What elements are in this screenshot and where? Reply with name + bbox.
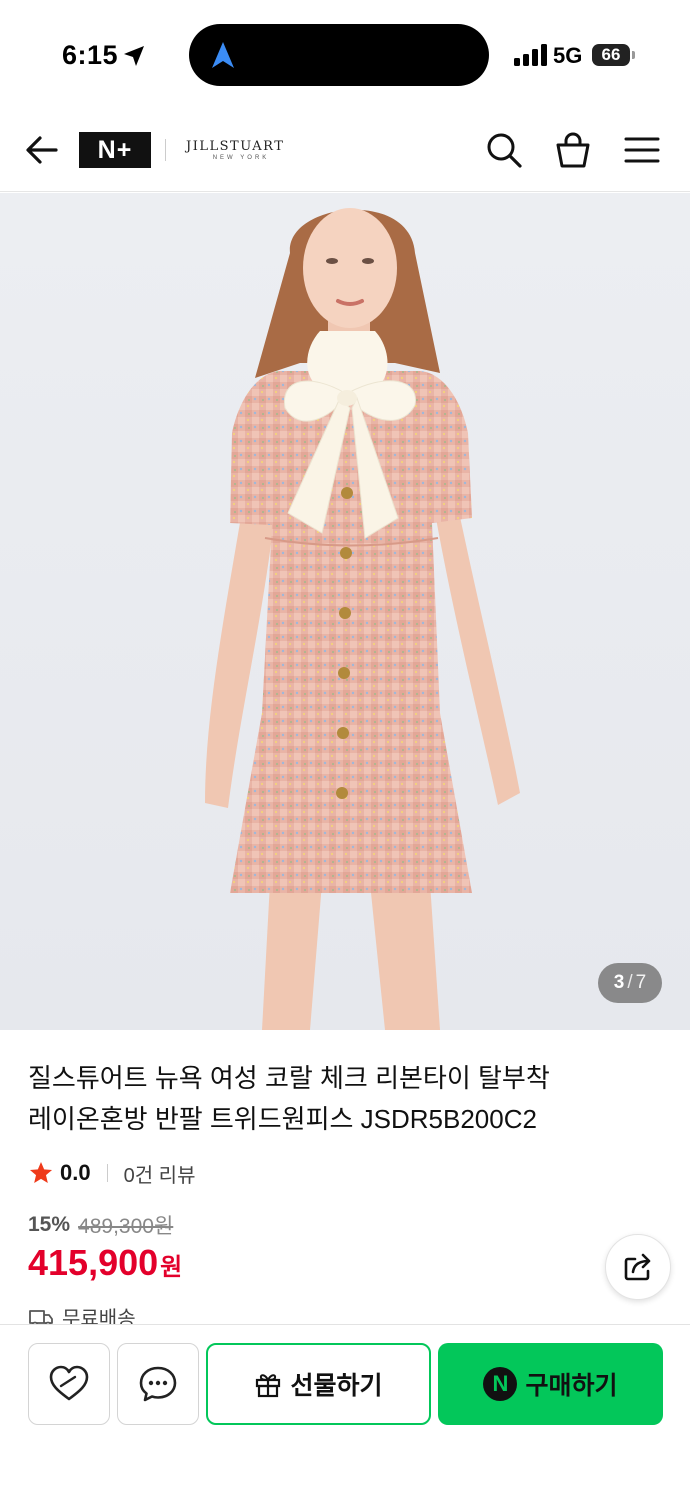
sale-price: 415,900 원 xyxy=(28,1242,182,1284)
battery-icon: 66 xyxy=(592,44,636,66)
discount-row: 15% 489,300원 xyxy=(28,1210,173,1240)
discount-rate: 15% xyxy=(28,1213,71,1236)
search-icon[interactable] xyxy=(484,130,524,170)
product-title-line2: 레이온혼방 반팔 트위드원피스 JSDR5B200C2 xyxy=(28,1104,537,1134)
product-title-line1: 질스튜어트 뉴욕 여성 코랄 체크 리본타이 탈부착 xyxy=(28,1063,550,1093)
wishlist-button[interactable] xyxy=(28,1343,110,1425)
back-arrow-icon[interactable] xyxy=(22,130,62,170)
platform-logo[interactable]: N+ xyxy=(79,132,151,168)
dynamic-island xyxy=(189,24,489,86)
battery-level: 66 xyxy=(592,44,630,66)
gift-icon xyxy=(256,1374,281,1398)
buy-button-label: 구매하기 xyxy=(525,1372,618,1400)
image-counter-total: 7 xyxy=(635,972,647,993)
image-counter-current: 3 xyxy=(613,972,625,993)
npay-icon: N xyxy=(483,1367,518,1401)
share-icon xyxy=(624,1253,651,1281)
rating-row[interactable]: 0.0 0건 리뷰 xyxy=(28,1157,195,1189)
brand-logo-sub: NEW YORK xyxy=(212,155,270,161)
product-title: 질스튜어트 뉴욕 여성 코랄 체크 리본타이 탈부착 레이온혼방 반팔 트위드원… xyxy=(28,1058,628,1140)
product-photo xyxy=(0,193,690,1030)
status-bar: 6:15 5G 66 xyxy=(0,0,690,112)
rating-score: 0.0 xyxy=(60,1160,91,1185)
hamburger-menu-icon[interactable] xyxy=(622,130,662,170)
navigation-icon xyxy=(212,42,234,68)
bottom-action-bar: 선물하기 N 구매하기 xyxy=(0,1324,690,1500)
buy-button[interactable]: N 구매하기 xyxy=(438,1343,663,1425)
share-button[interactable] xyxy=(605,1234,671,1300)
network-type: 5G xyxy=(553,43,583,68)
location-arrow-icon xyxy=(124,46,144,66)
app-header: N+ JILLSTUART NEW YORK xyxy=(0,112,690,192)
star-icon xyxy=(29,1161,53,1183)
gift-button-label: 선물하기 xyxy=(290,1372,383,1400)
sale-price-amount: 415,900 xyxy=(28,1242,159,1283)
sale-price-currency: 원 xyxy=(160,1254,183,1281)
shipping-row: 무료배송 xyxy=(28,1302,136,1326)
chat-button[interactable] xyxy=(117,1343,199,1425)
image-counter: 3 / 7 xyxy=(598,963,662,1003)
brand-logo-main: JILLSTUART xyxy=(186,139,285,154)
brand-logo[interactable]: JILLSTUART NEW YORK xyxy=(186,139,296,161)
original-price: 489,300원 xyxy=(78,1215,174,1238)
shipping-text: 무료배송 xyxy=(62,1308,136,1326)
gift-button[interactable]: 선물하기 xyxy=(206,1343,431,1425)
status-time: 6:15 xyxy=(62,40,119,70)
shopping-bag-icon[interactable] xyxy=(553,130,593,170)
logo-divider xyxy=(165,139,166,161)
product-image[interactable] xyxy=(0,193,690,1030)
review-count[interactable]: 0건 리뷰 xyxy=(124,1159,196,1188)
image-counter-separator: / xyxy=(627,972,633,993)
heart-icon xyxy=(49,1365,89,1401)
signal-icon xyxy=(514,44,547,66)
rating-divider xyxy=(106,1164,108,1182)
chat-bubble-icon xyxy=(139,1366,177,1402)
